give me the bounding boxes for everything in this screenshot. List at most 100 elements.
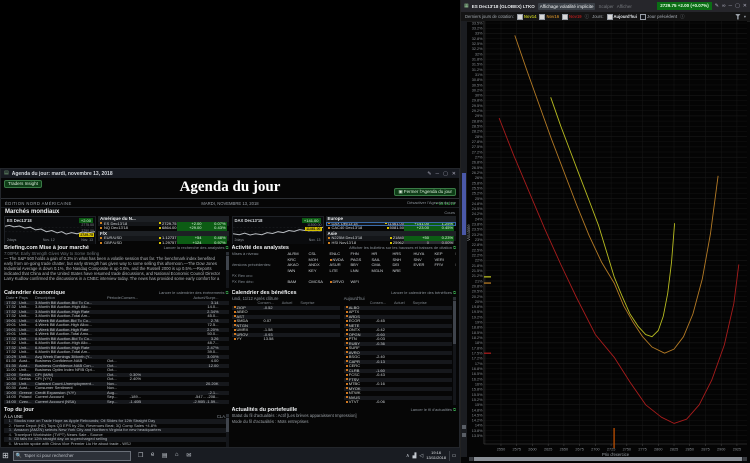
edge-browser-icon[interactable]: e — [147, 452, 159, 459]
earnings-row[interactable]: YY13.58 — [232, 337, 340, 342]
mail-icon[interactable]: ✉ — [183, 452, 195, 459]
y-tick-label: 32% — [475, 52, 483, 56]
y-tick-label: 20.8% — [472, 284, 483, 288]
taskbar-clock[interactable]: 19:16 13/11/2018 — [426, 451, 446, 460]
disable-agenda-link[interactable]: Désactiver l'Agenda du jour — [394, 200, 456, 205]
ticker[interactable]: LNN — [351, 268, 372, 274]
close-button[interactable]: ✕ — [743, 3, 747, 9]
y-tick-label: 13.8% — [472, 429, 483, 433]
es-mini-chart[interactable]: ES Dec13'18+2.00 2775.00 2750.00 2729.75… — [4, 216, 96, 244]
edit-pencil-icon[interactable]: ✎ — [715, 3, 719, 9]
briefing-scrollbar[interactable] — [226, 252, 229, 288]
y-tick-label: 22.8% — [472, 243, 483, 247]
cours-link[interactable]: Cours — [444, 210, 455, 215]
task-view-icon[interactable]: ❐ — [135, 452, 147, 459]
horizontal-scrollbar[interactable] — [469, 457, 747, 461]
y-tick-label: 16.8% — [472, 367, 483, 371]
store-icon[interactable]: ⌂ — [171, 452, 183, 459]
expiry-checkbox-nov19[interactable]: Nov19 — [562, 14, 582, 20]
dax-mini-chart[interactable]: DAX Dec13'18+141.00 11500.00 11400.00 11… — [232, 216, 324, 244]
jours-label: Jours: — [592, 14, 603, 19]
analyst-search-link[interactable]: Lancer la recherche des analystes ⧉ — [164, 245, 229, 250]
y-tick-label: 24.8% — [472, 202, 483, 206]
y-tick-label: 27.2% — [472, 150, 483, 154]
market-row[interactable]: CAC40 Dec13'185081.50+23.000.45% — [326, 226, 457, 231]
maximize-button[interactable]: ▢ — [443, 171, 448, 177]
y-tick-label: 22.5% — [472, 248, 483, 252]
today-checkbox[interactable]: Aujourd'hui — [607, 14, 637, 20]
ticker[interactable]: HBAN — [456, 262, 457, 268]
y-tick-label: 15% — [475, 403, 483, 407]
earnings-calendar-link[interactable]: Lancer le calendrier des bénéfices ⧉ — [391, 290, 456, 295]
ticker[interactable]: EVER — [414, 262, 435, 268]
x-tick-label: 2825 — [670, 448, 678, 452]
scroll-left-arrow[interactable] — [469, 457, 473, 461]
expiry-checkbox-nov16[interactable]: Nov16 — [539, 14, 559, 20]
y-tick-label: 30% — [475, 94, 483, 98]
rail-icon[interactable] — [462, 425, 466, 429]
newsfeed-link[interactable]: Lancer le fil d'actualités ⧉ — [411, 407, 456, 412]
y-tick-label: 29.2% — [472, 109, 483, 113]
windows-taskbar: ⊞ 🔍 Taper ici pour rechercher ❐e▤⌂✉ ∧ ▟ … — [0, 448, 460, 463]
expiry-checkbox-nov14[interactable]: Nov14 — [517, 14, 537, 20]
volume-icon[interactable]: ◁ — [419, 453, 423, 459]
grid-label: 2775.00 — [81, 224, 94, 228]
earnings-scrollbar[interactable] — [453, 297, 456, 405]
filter-icon[interactable] — [735, 14, 741, 20]
info-icon[interactable]: ⓘ — [680, 14, 685, 20]
folder-icon[interactable]: ▤ — [159, 452, 171, 459]
scroll-right-arrow[interactable] — [743, 457, 747, 461]
agenda-titlebar[interactable]: ▤ Agenda du jour: mardi, novembre 13, 20… — [1, 169, 459, 178]
earnings-row[interactable]: VTVT-0.06 — [344, 400, 452, 405]
y-tick-label: 23.2% — [472, 233, 483, 237]
ticker[interactable]: DRVO — [330, 279, 351, 285]
y-tick-label: 31.8% — [472, 57, 483, 61]
pencil-icon[interactable]: ✎ — [427, 171, 431, 177]
minimize-button[interactable]: ─ — [436, 171, 440, 177]
ticker[interactable]: WIFI — [351, 279, 372, 285]
y-tick-label: 32.8% — [472, 37, 483, 41]
ticker[interactable]: KEY — [309, 268, 330, 274]
scrollbar-thumb[interactable] — [462, 173, 466, 235]
x-tick-label: 2800 — [654, 448, 662, 452]
plot-background — [484, 21, 747, 444]
scrollbar-thumb[interactable] — [474, 457, 742, 461]
prev-day-checkbox[interactable]: Jour précédent — [640, 14, 677, 20]
tab-scalper[interactable]: Scalper — [598, 4, 613, 9]
tray-expand-icon[interactable]: ∧ — [406, 453, 410, 459]
top-news-scrollbar[interactable] — [226, 414, 229, 448]
ticker[interactable]: MGLN — [372, 268, 393, 274]
link-windows-icon[interactable]: ∞ — [722, 3, 726, 9]
taskbar-search[interactable]: 🔍 Taper ici pour rechercher — [13, 451, 131, 461]
ticker[interactable]: LITE — [330, 268, 351, 274]
info-icon[interactable]: ⓘ — [585, 14, 590, 20]
y-tick-label: 19.5% — [472, 310, 483, 314]
start-button[interactable]: ⊞ — [2, 448, 9, 463]
close-agenda-button[interactable]: ▣ Fermer l'Agenda du jour — [394, 188, 456, 196]
tab-afficher[interactable]: Afficher — [617, 4, 632, 9]
analysts-title: Activité des analystes — [232, 245, 289, 251]
world-markets: ES Dec13'18+2.00 2775.00 2750.00 2729.75… — [1, 216, 459, 244]
ticker[interactable]: IWN — [288, 268, 309, 274]
tab-a-la-une[interactable]: À LA UNE — [4, 414, 23, 419]
volatility-titlebar[interactable]: ▦ ES Dec13'18 (GLOBEX) LTKO Affichage vo… — [461, 0, 750, 12]
ratings-link[interactable]: Afficher les bulletins sur les hausses e… — [349, 245, 456, 250]
notification-center-icon[interactable]: ▭ — [449, 451, 458, 461]
chevron-down-icon[interactable]: ▾ — [744, 14, 746, 19]
edition-date: MARDI, NOVEMBRE 13, 2018 — [155, 201, 305, 206]
y-tick-label: 31.2% — [472, 68, 483, 72]
close-button[interactable]: ✕ — [452, 171, 456, 177]
maximize-button[interactable]: ▢ — [735, 3, 740, 9]
network-icon[interactable]: ▟ — [413, 453, 417, 459]
rail-icon[interactable] — [462, 433, 466, 437]
ticker[interactable]: BAM — [288, 279, 309, 285]
ticker[interactable]: CMCSA — [309, 279, 330, 285]
minimize-button[interactable]: ─ — [729, 3, 733, 9]
ticker[interactable]: FFIV — [435, 262, 456, 268]
top-news-panel: Top du jour À LA UNE CLA... 1.Stocks ros… — [4, 406, 229, 448]
checkbox-unchecked-icon — [640, 14, 646, 20]
econ-row[interactable]: 14:00Czec...Current Account (NSA)Sep...-… — [4, 400, 229, 405]
market-row[interactable]: NQ Dec13'186864.00+29.000.43% — [98, 226, 229, 231]
ticker[interactable]: NRE — [393, 268, 414, 274]
x-tick-label: 2650 — [560, 448, 568, 452]
